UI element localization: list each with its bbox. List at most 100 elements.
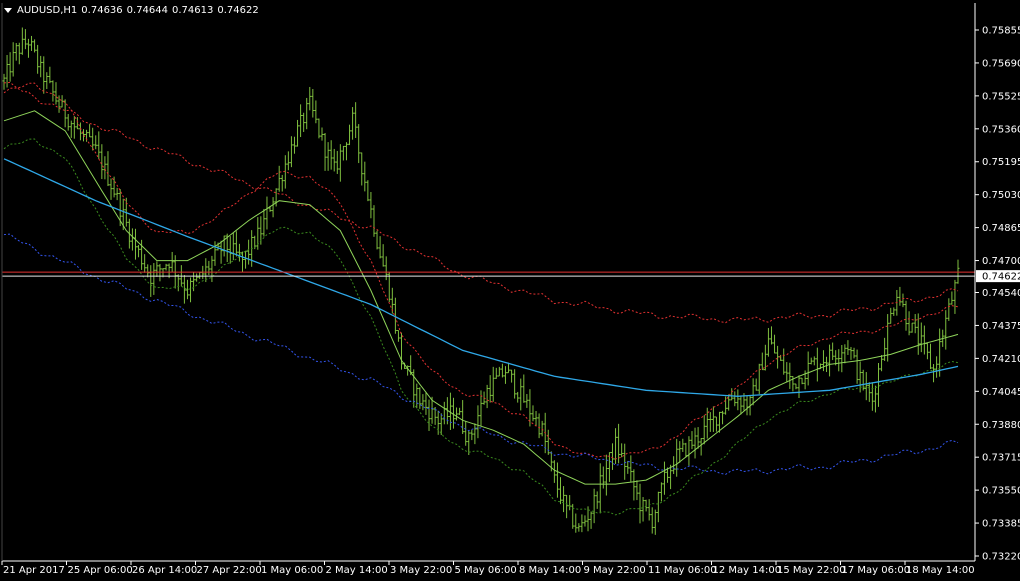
ohlc-bar (442, 401, 446, 425)
ohlc-bar (26, 38, 30, 58)
ohlc-bar (800, 377, 804, 385)
ohlc-bar (595, 491, 599, 509)
ohlc-bar (33, 39, 37, 53)
ohlc-bar (265, 196, 269, 230)
ohlc-bar (30, 35, 34, 51)
price-label: 0.75030 (982, 190, 1020, 201)
price-label: 0.75195 (982, 157, 1020, 168)
ohlc-bar (684, 442, 688, 458)
ohlc-bar (488, 375, 492, 403)
ohlc-bar (363, 161, 367, 192)
price-label: 0.74865 (982, 223, 1020, 234)
ohlc-bar (400, 332, 403, 370)
ohlc-bar (562, 486, 566, 513)
ohlc-bar (292, 136, 296, 154)
ohlc-bar (620, 443, 624, 458)
time-label: 21 Apr 2017 (3, 565, 65, 576)
ohlc-bar (919, 322, 923, 353)
ohlc-bar (864, 372, 868, 401)
ohlc-bar (244, 250, 248, 269)
time-label: 2 May 14:00 (326, 565, 388, 576)
ohlc-bar (503, 366, 507, 384)
ohlc-bar (592, 488, 596, 524)
ohlc-bar (97, 131, 101, 160)
ohlc-bar (806, 351, 810, 386)
ohlc-bar (63, 99, 67, 128)
ohlc-bar (877, 363, 880, 407)
ohlc-bar (94, 135, 98, 150)
ohlc-bar (381, 244, 385, 267)
ohlc-bar (907, 311, 911, 336)
chart-window[interactable]: 0.75855 0.75690 0.75525 0.75360 0.75195 0.750… (0, 0, 1020, 581)
ohlc-bar (797, 375, 801, 399)
ohlc-bar (519, 378, 523, 411)
ohlc-bar (11, 42, 15, 77)
time-label: 3 May 22:00 (390, 565, 452, 576)
ohlc-bar (598, 463, 602, 514)
ohlc-bar (143, 254, 147, 273)
price-label: 0.73880 (982, 420, 1020, 431)
ohlc-bar (769, 326, 773, 345)
ohlc-bar (231, 232, 235, 261)
ohlc-bar (415, 383, 419, 409)
ohlc-bar (189, 277, 193, 303)
envelope-slow-lower (3, 233, 959, 475)
ohlc-bar (577, 523, 581, 532)
ohlc-bar (702, 415, 706, 445)
ohlc-bar (858, 361, 862, 393)
ohlc-bar (372, 205, 376, 237)
ohlc-bar (898, 286, 902, 306)
ohlc-bar (42, 56, 46, 94)
ohlc-bar (82, 129, 85, 142)
ohlc-bar (855, 349, 859, 384)
ohlc-bar (311, 89, 315, 118)
ohlc-bar (546, 429, 550, 455)
ohlc-bar (589, 511, 593, 529)
chevron-down-icon[interactable] (4, 7, 12, 13)
ohlc-bar (925, 342, 929, 360)
price-label: 0.74210 (982, 354, 1020, 365)
ohlc-bar (2, 73, 6, 90)
ohlc-bar (724, 396, 728, 415)
ohlc-bar (568, 495, 572, 511)
ohlc-bar (510, 369, 514, 383)
price-label: 0.74375 (982, 321, 1020, 332)
ohlc-bar (195, 273, 199, 282)
ohlc-bar (149, 265, 153, 297)
ohlc-bar (91, 127, 95, 151)
ohlc-bar (647, 499, 651, 521)
ohlc-bar (852, 347, 856, 359)
price-label: 0.73385 (982, 519, 1020, 530)
time-label: 17 May 06:00 (842, 565, 911, 576)
ohlc-bar (461, 400, 465, 435)
ohlc-bar (69, 120, 73, 138)
ohlc-bar (375, 230, 379, 250)
ohlc-bar (308, 86, 312, 111)
ohlc-bar (812, 356, 816, 366)
plot-area[interactable] (2, 27, 975, 535)
ohlc-bar (45, 72, 49, 90)
ohlc-bar (247, 239, 251, 265)
ohlc-bar (555, 462, 559, 498)
ohlc-bar (8, 52, 12, 82)
ohlc-bar (314, 100, 318, 124)
price-label: 0.73550 (982, 486, 1020, 497)
ohlc-bar (650, 507, 654, 534)
ohlc-bar (837, 349, 841, 372)
price-chart[interactable]: 0.75855 0.75690 0.75525 0.75360 0.75195 0.750… (0, 0, 1020, 581)
ohlc-bar (604, 454, 608, 496)
ohlc-bar (470, 429, 474, 441)
ohlc-bar (828, 344, 832, 377)
envelope-slow-upper (3, 81, 959, 324)
ohlc-bar (904, 300, 908, 331)
ohlc-bar (840, 345, 844, 373)
ohlc-bar (262, 208, 266, 237)
ohlc-bar (678, 441, 682, 463)
ohlc-bar (332, 148, 336, 172)
ohlc-bar (846, 340, 850, 355)
ohlc-bar (607, 452, 611, 482)
ohlc-bar (785, 362, 789, 383)
ohlc-bar (133, 228, 137, 260)
ohlc-bar (516, 391, 520, 403)
price-label: 0.74045 (982, 387, 1020, 398)
